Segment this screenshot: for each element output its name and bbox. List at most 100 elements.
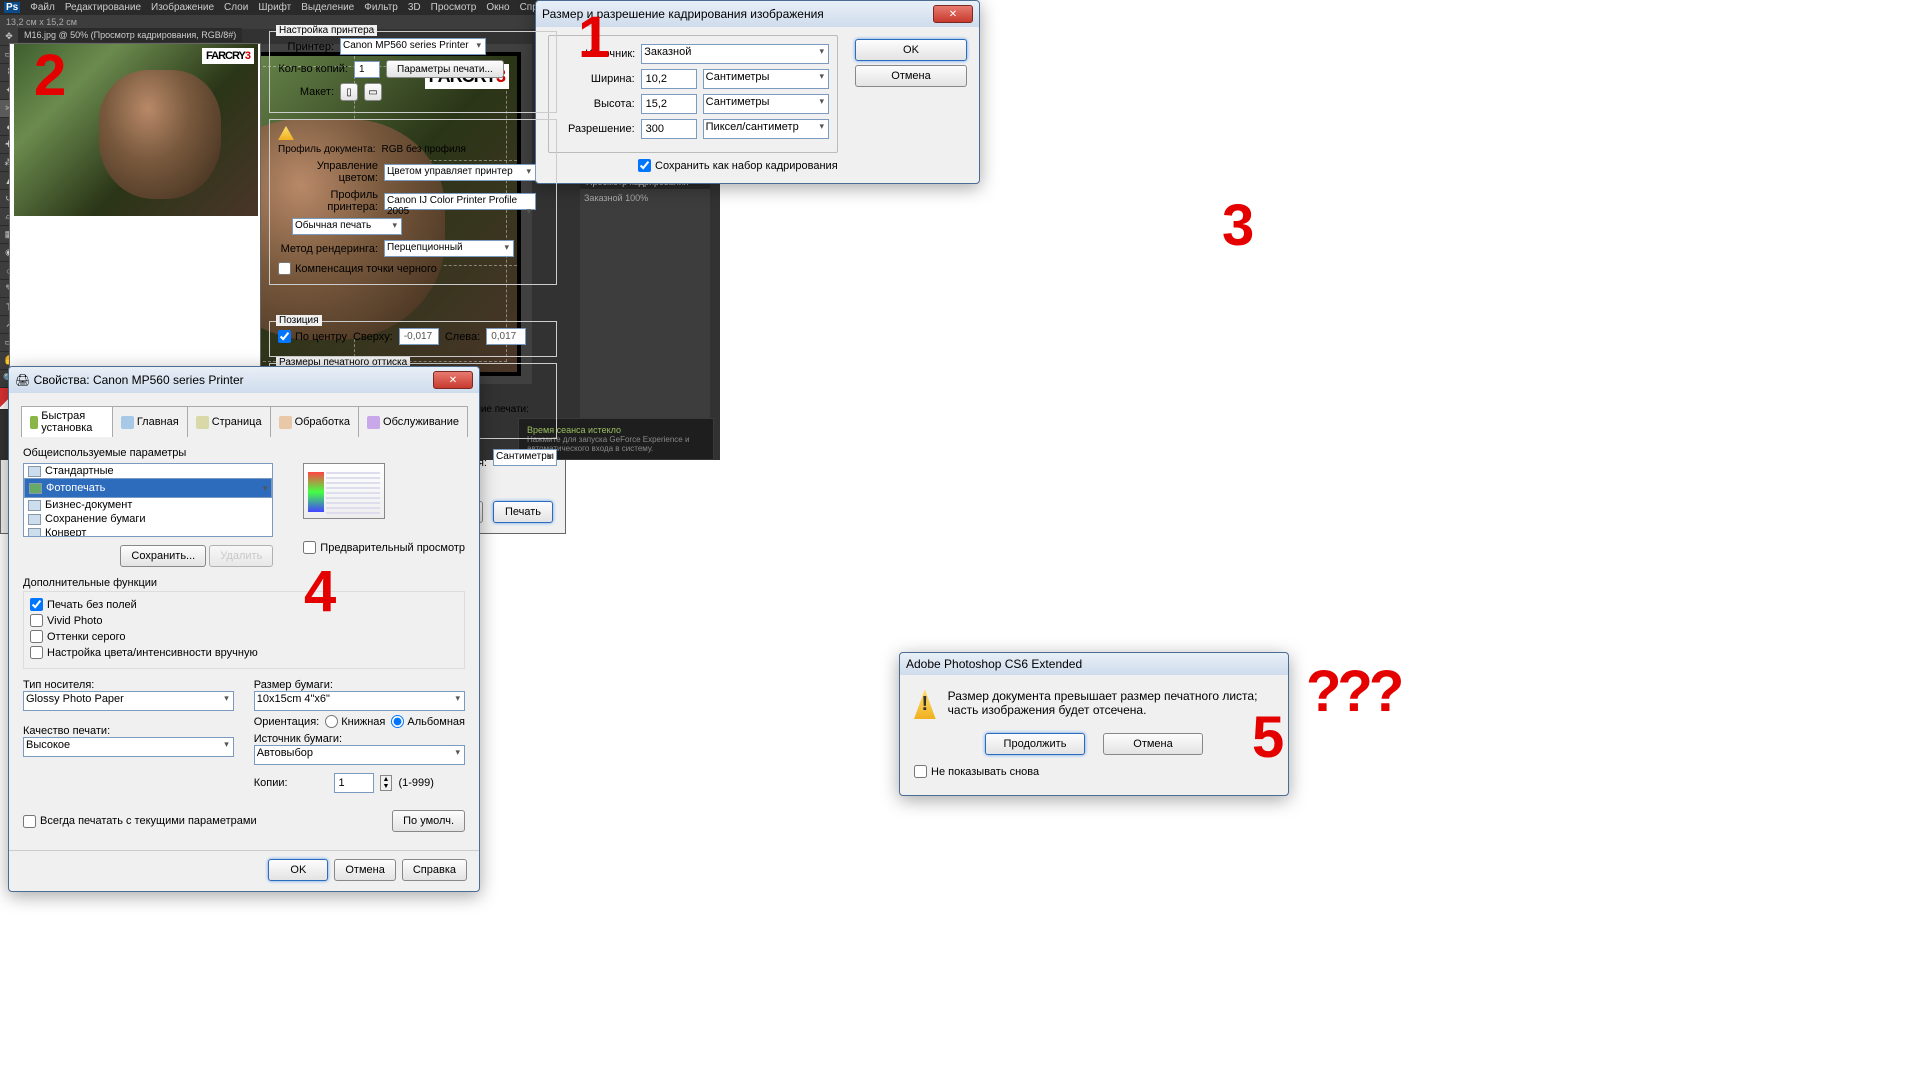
resolution-input[interactable] xyxy=(641,119,697,139)
panel-zoom: Заказной 100% xyxy=(580,189,710,207)
preset-icon xyxy=(29,483,42,494)
render-label: Метод рендеринга: xyxy=(278,243,378,255)
save-preset-button[interactable]: Сохранить... xyxy=(120,545,206,567)
black-comp-checkbox[interactable]: Компенсация точки черного xyxy=(278,262,437,275)
defaults-button[interactable]: По умолч. xyxy=(392,810,465,832)
ps-logo-icon: Ps xyxy=(4,2,20,13)
width-label: Ширина: xyxy=(557,73,635,85)
left-input xyxy=(486,328,526,345)
printer-icon: 🖨 xyxy=(15,373,30,387)
delete-preset-button: Удалить xyxy=(209,545,273,567)
cancel-button[interactable]: Отмена xyxy=(334,859,395,881)
copies-label: Копии: xyxy=(254,777,288,789)
render-select[interactable]: Перцепционный xyxy=(384,240,514,257)
orientation-landscape-radio[interactable]: Альбомная xyxy=(391,715,465,728)
save-preset-checkbox[interactable]: Сохранить как набор кадрирования xyxy=(638,159,838,172)
tab-processing[interactable]: Обработка xyxy=(270,406,359,437)
preset-icon xyxy=(28,466,41,477)
dont-show-checkbox[interactable]: Не показывать снова xyxy=(914,765,1039,778)
paper-size-label: Размер бумаги: xyxy=(254,679,465,691)
height-input[interactable] xyxy=(641,94,697,114)
close-icon[interactable]: ✕ xyxy=(433,371,473,389)
copies-range: (1-999) xyxy=(398,777,433,789)
dialog-titlebar: 🖨 Свойства: Canon MP560 series Printer ✕ xyxy=(9,367,479,393)
tab-main[interactable]: Главная xyxy=(112,406,188,437)
paper-source-label: Источник бумаги: xyxy=(254,733,465,745)
menu-edit[interactable]: Редактирование xyxy=(65,2,141,13)
top-input xyxy=(399,328,439,345)
grayscale-checkbox[interactable]: Оттенки серого xyxy=(30,630,125,643)
normal-print-select[interactable]: Обычная печать xyxy=(292,218,402,235)
spinner-down-icon[interactable]: ▼ xyxy=(381,783,392,790)
copies-input[interactable] xyxy=(354,61,380,78)
list-item: Стандартные xyxy=(24,464,272,478)
copies-input[interactable] xyxy=(334,773,374,793)
continue-button[interactable]: Продолжить xyxy=(985,733,1085,755)
left-label: Слева: xyxy=(445,331,480,343)
document-tab[interactable]: M16.jpg @ 50% (Просмотр кадрирования, RG… xyxy=(18,28,242,42)
units-select[interactable]: Сантиметры xyxy=(493,449,557,466)
ok-button[interactable]: OK xyxy=(855,39,967,61)
menu-type[interactable]: Шрифт xyxy=(258,2,291,13)
paper-size-select[interactable]: 10x15cm 4"x6" xyxy=(254,691,465,711)
menu-layers[interactable]: Слои xyxy=(224,2,248,13)
printer-profile-select[interactable]: Canon IJ Color Printer Profile 2005 xyxy=(384,193,536,210)
color-mgmt-label: Управление цветом: xyxy=(278,160,378,184)
always-current-checkbox[interactable]: Всегда печатать с текущими параметрами xyxy=(23,815,257,828)
quality-label: Качество печати: xyxy=(23,725,234,737)
width-input[interactable] xyxy=(641,69,697,89)
cancel-button[interactable]: Отмена xyxy=(855,65,967,87)
printer-select[interactable]: Canon MP560 series Printer xyxy=(340,38,486,55)
media-label: Тип носителя: xyxy=(23,679,234,691)
menu-select[interactable]: Выделение xyxy=(301,2,354,13)
dialog-title: Свойства: Canon MP560 series Printer xyxy=(34,373,244,387)
print-button[interactable]: Печать xyxy=(493,501,553,523)
presets-listbox[interactable]: Стандартные Фотопечать Бизнес-документ С… xyxy=(23,463,273,537)
ok-button[interactable]: OK xyxy=(268,859,328,881)
menu-filter[interactable]: Фильтр xyxy=(364,2,398,13)
tab-icon xyxy=(279,416,292,429)
resolution-unit-select[interactable]: Пиксел/сантиметр xyxy=(703,119,829,139)
spinner-up-icon[interactable]: ▲ xyxy=(381,776,392,783)
menu-image[interactable]: Изображение xyxy=(151,2,214,13)
paper-source-select[interactable]: Автовыбор xyxy=(254,745,465,765)
printer-properties-dialog: 🖨 Свойства: Canon MP560 series Printer ✕… xyxy=(8,366,480,892)
crop-size-dialog: Размер и разрешение кадрирования изображ… xyxy=(535,0,980,184)
tab-icon xyxy=(367,416,380,429)
layout-landscape-icon[interactable]: ▭ xyxy=(364,83,382,101)
preview-checkbox[interactable]: Предварительный просмотр xyxy=(303,541,465,554)
source-select[interactable]: Заказной xyxy=(641,44,829,64)
layout-label: Макет: xyxy=(278,86,334,98)
layout-portrait-icon[interactable]: ▯ xyxy=(340,83,358,101)
preview-image: FARCRY3 xyxy=(14,44,258,216)
vivid-checkbox[interactable]: Vivid Photo xyxy=(30,614,102,627)
tab-page[interactable]: Страница xyxy=(187,406,271,437)
extra-func-label: Дополнительные функции xyxy=(23,577,465,589)
menu-3d[interactable]: 3D xyxy=(408,2,421,13)
orientation-portrait-radio[interactable]: Книжная xyxy=(325,715,385,728)
cancel-button[interactable]: Отмена xyxy=(1103,733,1203,755)
list-item: Бизнес-документ xyxy=(24,498,272,512)
dialog-title: Размер и разрешение кадрирования изображ… xyxy=(542,7,824,21)
help-button[interactable]: Справка xyxy=(402,859,467,881)
borderless-checkbox[interactable]: Печать без полей xyxy=(30,598,137,611)
tab-maintenance[interactable]: Обслуживание xyxy=(358,406,468,437)
color-mgmt-select[interactable]: Цветом управляет принтер xyxy=(384,164,536,181)
printer-profile-label: Профиль принтера: xyxy=(278,189,378,213)
manual-color-checkbox[interactable]: Настройка цвета/интенсивности вручную xyxy=(30,646,258,659)
tab-quick-setup[interactable]: Быстрая установка xyxy=(21,406,113,437)
center-checkbox[interactable]: По центру xyxy=(278,330,347,343)
menu-file[interactable]: Файл xyxy=(30,2,55,13)
menu-view[interactable]: Просмотр xyxy=(431,2,477,13)
print-params-button[interactable]: Параметры печати... xyxy=(386,60,504,78)
quality-select[interactable]: Высокое xyxy=(23,737,234,757)
tab-icon xyxy=(196,416,209,429)
close-icon[interactable]: ✕ xyxy=(933,5,973,23)
source-label: Источник: xyxy=(557,48,635,60)
dialog-titlebar: Adobe Photoshop CS6 Extended xyxy=(900,653,1288,675)
menu-window[interactable]: Окно xyxy=(486,2,509,13)
doc-profile-label: Профиль документа: xyxy=(278,144,376,155)
width-unit-select[interactable]: Сантиметры xyxy=(703,69,829,89)
media-select[interactable]: Glossy Photo Paper xyxy=(23,691,234,711)
height-unit-select[interactable]: Сантиметры xyxy=(703,94,829,114)
